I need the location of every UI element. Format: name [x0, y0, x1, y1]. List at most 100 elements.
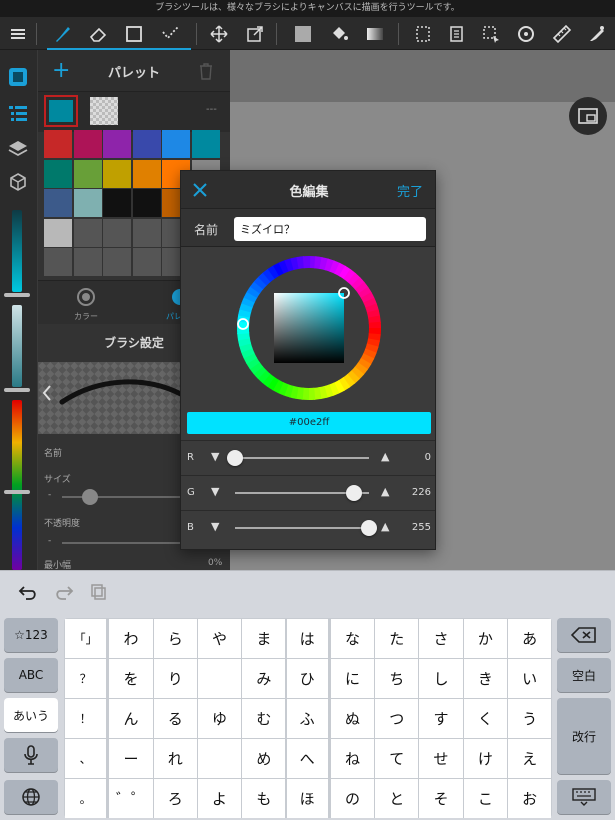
color-name-input[interactable] — [234, 217, 426, 241]
palette-color-swatch[interactable] — [132, 130, 161, 158]
kana-key[interactable]: と — [375, 779, 419, 818]
channel-slider-track[interactable] — [235, 457, 369, 459]
kana-key[interactable]: そ — [419, 779, 463, 818]
palette-color-swatch[interactable] — [132, 189, 161, 217]
kana-key[interactable]: へ — [286, 739, 330, 778]
materials-icon[interactable] — [7, 172, 29, 194]
rotate-icon[interactable] — [511, 19, 541, 49]
channel-slider-knob[interactable] — [361, 520, 377, 536]
hiragana-key[interactable]: あいう — [4, 698, 58, 732]
kana-key[interactable]: ゆ — [197, 699, 242, 738]
fill-color-icon[interactable] — [288, 19, 318, 49]
kana-key[interactable]: き — [463, 659, 507, 698]
kana-key[interactable]: ひ — [286, 659, 330, 698]
selection-icon[interactable] — [408, 19, 438, 49]
undo-icon[interactable] — [18, 583, 38, 601]
pen-settings-icon[interactable] — [582, 19, 612, 49]
current-color-swatch[interactable] — [44, 95, 78, 127]
layer-copy-icon[interactable] — [441, 19, 471, 49]
kana-key[interactable]: う — [508, 699, 552, 738]
kana-key[interactable] — [197, 739, 242, 778]
menu-icon[interactable] — [3, 19, 33, 49]
kana-key[interactable]: り — [153, 659, 197, 698]
hex-value-bar[interactable]: #00e2ff — [187, 412, 431, 434]
increment-button[interactable]: ▲ — [381, 485, 389, 498]
kana-key[interactable]: ら — [153, 619, 197, 658]
return-key[interactable]: 改行 — [557, 698, 611, 774]
selection-tool-icon[interactable] — [476, 19, 506, 49]
palette-color-swatch[interactable] — [103, 248, 131, 276]
palette-color-swatch[interactable] — [103, 159, 131, 188]
palette-color-swatch[interactable] — [44, 189, 72, 217]
palette-color-swatch[interactable] — [132, 248, 161, 276]
abc-key[interactable]: ABC — [4, 658, 58, 692]
kana-key[interactable]: な — [330, 619, 375, 658]
palette-color-swatch[interactable] — [103, 218, 131, 247]
space-key[interactable]: 空白 — [557, 658, 611, 692]
kana-key[interactable]: ち — [375, 659, 419, 698]
spectrum-slider-handle[interactable] — [4, 490, 30, 494]
transform-icon[interactable] — [240, 19, 270, 49]
keyboard-dismiss-key[interactable] — [557, 780, 611, 814]
kana-key[interactable]: ま — [242, 619, 286, 658]
palette-color-swatch[interactable] — [132, 218, 161, 247]
done-button[interactable]: 完了 — [397, 181, 423, 200]
color-square-icon[interactable] — [7, 66, 29, 88]
kana-key[interactable]: め — [242, 739, 286, 778]
channel-slider-track[interactable] — [235, 527, 369, 529]
kana-key[interactable]: む — [242, 699, 286, 738]
ruler-icon[interactable] — [547, 19, 577, 49]
kana-key[interactable]: 、 — [65, 739, 109, 778]
saturation-slider-handle[interactable] — [4, 388, 30, 392]
kana-key[interactable]: し — [419, 659, 463, 698]
decrement-button[interactable]: ▼ — [211, 520, 219, 533]
kana-key[interactable]: る — [153, 699, 197, 738]
kana-key[interactable]: や — [197, 619, 242, 658]
saturation-slider-track[interactable] — [12, 305, 22, 387]
tab-color-label[interactable]: カラー — [74, 311, 98, 322]
hue-slider-handle[interactable] — [4, 293, 30, 297]
kana-key[interactable]: ふ — [286, 699, 330, 738]
transparent-swatch[interactable] — [90, 97, 118, 125]
kana-key[interactable]: つ — [375, 699, 419, 738]
kana-key[interactable]: 「」 — [65, 619, 109, 658]
kana-key[interactable]: す — [419, 699, 463, 738]
line-icon[interactable] — [155, 19, 185, 49]
kana-key[interactable]: こ — [463, 779, 507, 818]
kana-key[interactable]: に — [330, 659, 375, 698]
kana-key[interactable]: は — [286, 619, 330, 658]
brush-icon[interactable] — [47, 19, 77, 49]
kana-key[interactable]: せ — [419, 739, 463, 778]
palette-color-swatch[interactable] — [132, 159, 161, 188]
palette-color-swatch[interactable] — [44, 218, 72, 247]
palette-color-swatch[interactable] — [73, 218, 102, 247]
kana-key[interactable]: の — [330, 779, 375, 818]
kana-key[interactable]: ゛゜ — [109, 779, 153, 818]
size-minus[interactable]: - — [48, 490, 51, 500]
size-slider-knob[interactable] — [82, 489, 98, 505]
kana-key[interactable]: ー — [109, 739, 153, 778]
color-wheel[interactable] — [235, 254, 383, 402]
kana-key[interactable]: ん — [109, 699, 153, 738]
kana-key[interactable] — [197, 659, 242, 698]
decrement-button[interactable]: ▼ — [211, 485, 219, 498]
kana-key[interactable]: い — [508, 659, 552, 698]
paste-icon[interactable] — [90, 583, 108, 601]
kana-key[interactable]: れ — [153, 739, 197, 778]
kana-key[interactable]: か — [463, 619, 507, 658]
move-icon[interactable] — [204, 19, 234, 49]
color-tab-icon[interactable] — [76, 287, 96, 307]
eraser-icon[interactable] — [83, 19, 113, 49]
navigator-button[interactable] — [569, 97, 607, 135]
channel-slider-knob[interactable] — [227, 450, 243, 466]
palette-color-swatch[interactable] — [44, 159, 72, 188]
palette-color-swatch[interactable] — [191, 130, 220, 158]
kana-key[interactable]: 。 — [65, 779, 109, 818]
palette-color-swatch[interactable] — [44, 248, 72, 276]
kana-key[interactable]: ほ — [286, 779, 330, 818]
globe-key[interactable] — [4, 780, 58, 814]
kana-key[interactable]: て — [375, 739, 419, 778]
palette-color-swatch[interactable] — [73, 248, 102, 276]
kana-key[interactable]: あ — [508, 619, 552, 658]
palette-color-swatch[interactable] — [73, 130, 102, 158]
